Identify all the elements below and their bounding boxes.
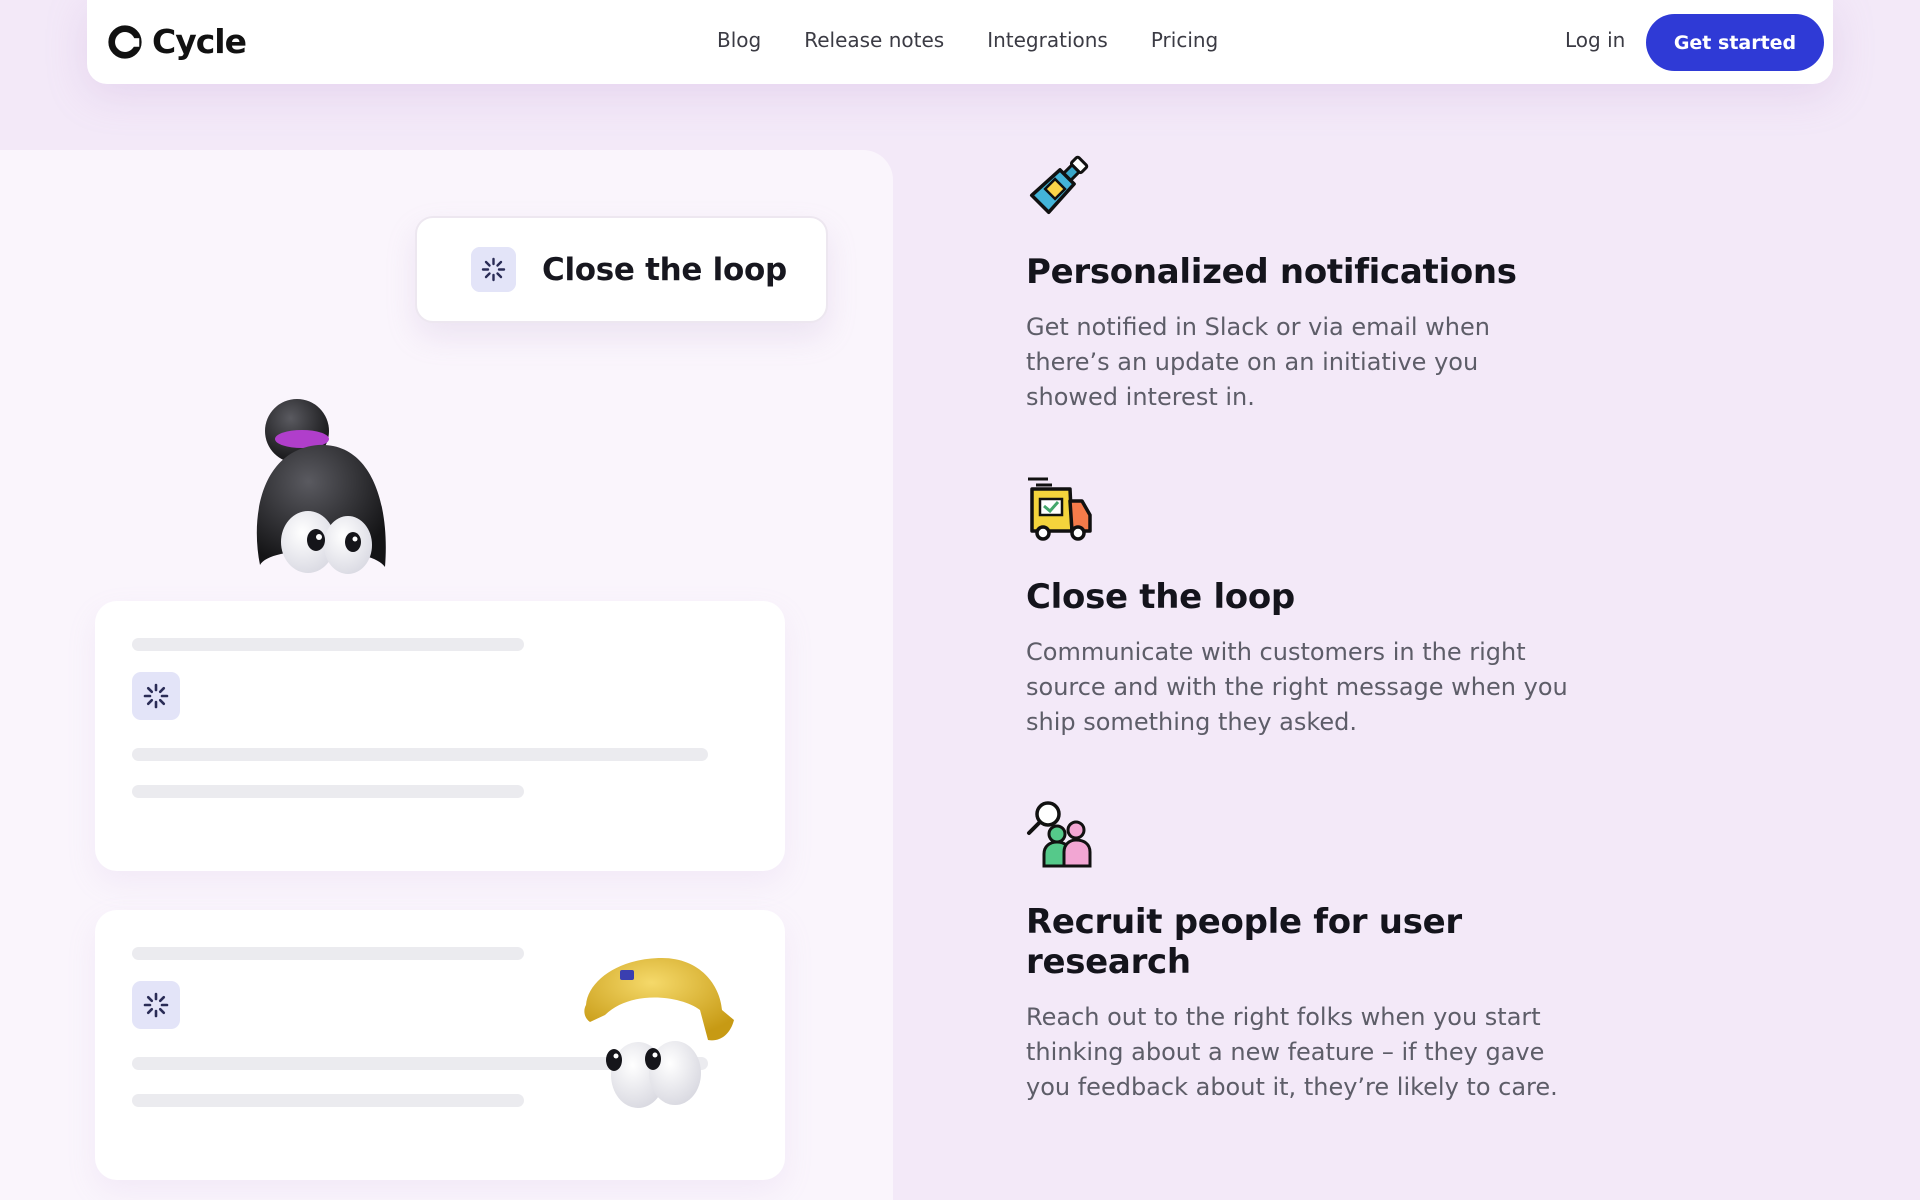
nav-link-pricing[interactable]: Pricing — [1151, 28, 1218, 52]
skeleton-line — [132, 947, 524, 960]
brand-logo[interactable]: Cycle — [106, 22, 247, 61]
nav-link-integrations[interactable]: Integrations — [987, 28, 1108, 52]
nav-link-blog[interactable]: Blog — [717, 28, 761, 52]
spinner-icon — [471, 247, 516, 292]
delivery-truck-icon — [1028, 477, 1092, 541]
spinner-icon — [132, 672, 180, 720]
close-the-loop-tag: Close the loop — [415, 216, 828, 323]
feature-title: Personalized notifications — [1026, 252, 1517, 292]
nav-link-release-notes[interactable]: Release notes — [804, 28, 944, 52]
main-nav: Blog Release notes Integrations Pricing — [717, 28, 1218, 52]
feature-personalized-notifications: Personalized notifications Get notified … — [1026, 150, 1626, 415]
feature-description: Communicate with customers in the right … — [1026, 638, 1568, 736]
feature-close-the-loop: Close the loop Communicate with customer… — [1026, 475, 1626, 740]
skeleton-line — [132, 748, 708, 761]
brand-name: Cycle — [152, 22, 247, 61]
top-navbar: Cycle Blog Release notes Integrations Pr… — [87, 0, 1833, 84]
spinner-icon — [132, 981, 180, 1029]
people-search-icon — [1027, 801, 1092, 868]
feature-title: Recruit people for user research — [1026, 902, 1462, 982]
feature-description: Get notified in Slack or via email when … — [1026, 313, 1490, 411]
feature-title: Close the loop — [1026, 577, 1295, 617]
placeholder-card — [95, 601, 785, 871]
mascot-bun-hair-icon — [256, 399, 386, 574]
skeleton-line — [132, 638, 524, 651]
get-started-button[interactable]: Get started — [1646, 14, 1824, 71]
tag-label: Close the loop — [542, 251, 787, 288]
skeleton-line — [132, 785, 524, 798]
bottle-icon — [1029, 155, 1089, 215]
cycle-logo-icon — [108, 24, 142, 59]
feature-recruit-people: Recruit people for user research Reach o… — [1026, 800, 1626, 1105]
feature-description: Reach out to the right folks when you st… — [1026, 1003, 1558, 1101]
mascot-bucket-hat-icon — [584, 958, 734, 1108]
login-link[interactable]: Log in — [1565, 28, 1625, 52]
skeleton-line — [132, 1094, 524, 1107]
